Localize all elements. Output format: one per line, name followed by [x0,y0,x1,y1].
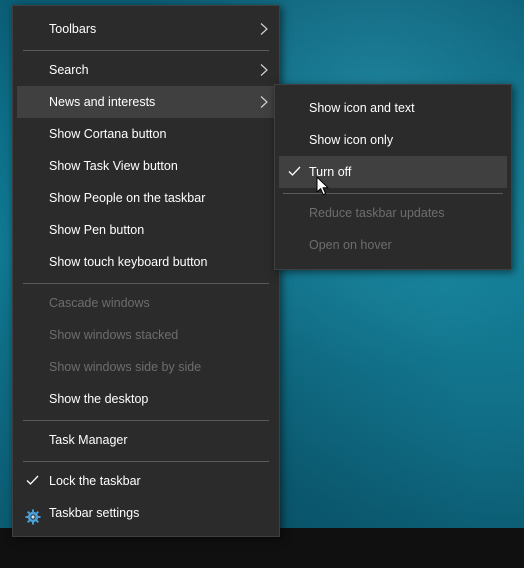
menu-item-label: Show Pen button [49,223,145,237]
news-and-interests-submenu: Show icon and text Show icon only Turn o… [274,84,512,270]
taskbar-context-menu: Toolbars Search News and interests Show … [12,5,280,537]
menu-item-label: Show People on the taskbar [49,191,206,205]
menu-item-show-pen-button[interactable]: Show Pen button [17,214,275,246]
menu-item-label: Taskbar settings [49,506,140,520]
gear-icon [25,505,41,525]
menu-item-cascade-windows: Cascade windows [17,287,275,319]
menu-separator [23,283,269,284]
menu-separator [23,461,269,462]
menu-item-label: Cascade windows [49,296,150,310]
menu-item-label: Toolbars [49,22,97,36]
menu-item-lock-the-taskbar[interactable]: Lock the taskbar [17,465,275,497]
menu-item-show-cortana-button[interactable]: Show Cortana button [17,118,275,150]
chevron-right-icon [259,86,269,118]
menu-item-label: Task Manager [49,433,128,447]
menu-item-label: News and interests [49,95,156,109]
chevron-right-icon [259,54,269,86]
menu-item-taskbar-settings[interactable]: Taskbar settings [17,497,275,529]
submenu-item-reduce-taskbar-updates: Reduce taskbar updates [279,197,507,229]
menu-item-label: Lock the taskbar [49,474,141,488]
submenu-item-label: Reduce taskbar updates [309,206,445,220]
submenu-item-label: Open on hover [309,238,392,252]
menu-item-toolbars[interactable]: Toolbars [17,13,275,45]
menu-item-show-windows-side-by-side: Show windows side by side [17,351,275,383]
menu-item-label: Show touch keyboard button [49,255,208,269]
chevron-right-icon [259,13,269,45]
submenu-item-turn-off[interactable]: Turn off [279,156,507,188]
submenu-item-label: Show icon and text [309,101,415,115]
submenu-item-label: Show icon only [309,133,394,147]
menu-item-show-touch-keyboard-button[interactable]: Show touch keyboard button [17,246,275,278]
mouse-cursor-icon [316,176,330,196]
checkmark-icon [25,465,41,497]
menu-item-label: Search [49,63,89,77]
menu-separator [23,50,269,51]
menu-item-search[interactable]: Search [17,54,275,86]
checkmark-icon [287,156,303,188]
menu-item-show-people[interactable]: Show People on the taskbar [17,182,275,214]
submenu-item-show-icon-and-text[interactable]: Show icon and text [279,92,507,124]
menu-item-label: Show windows side by side [49,360,202,374]
menu-item-label: Show Cortana button [49,127,167,141]
submenu-item-open-on-hover: Open on hover [279,229,507,261]
menu-item-show-windows-stacked: Show windows stacked [17,319,275,351]
menu-item-label: Show Task View button [49,159,178,173]
menu-item-label: Show the desktop [49,392,149,406]
menu-item-show-the-desktop[interactable]: Show the desktop [17,383,275,415]
menu-item-news-and-interests[interactable]: News and interests [17,86,275,118]
menu-item-show-task-view-button[interactable]: Show Task View button [17,150,275,182]
menu-separator [23,420,269,421]
menu-item-task-manager[interactable]: Task Manager [17,424,275,456]
menu-item-label: Show windows stacked [49,328,179,342]
submenu-item-show-icon-only[interactable]: Show icon only [279,124,507,156]
